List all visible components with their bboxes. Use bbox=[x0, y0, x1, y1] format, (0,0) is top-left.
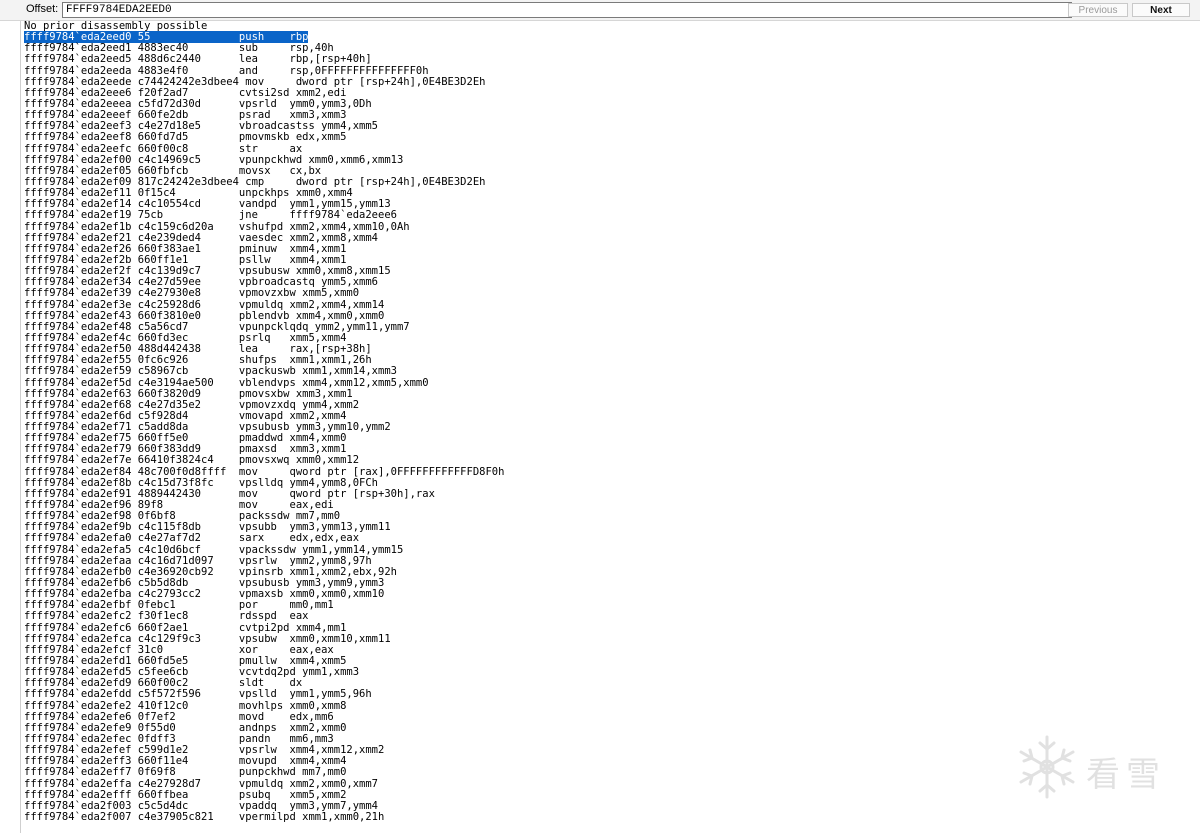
toolbar: Offset: Previous Next bbox=[0, 0, 1200, 21]
disassembly-text: No prior disassembly possible ffff9784`ed… bbox=[21, 21, 1197, 823]
instruction-text: ffff9784`eda2f007 c4e37905c821 vpermilpd… bbox=[24, 810, 385, 823]
watermark: 看雪 bbox=[1012, 729, 1182, 805]
next-button[interactable]: Next bbox=[1132, 3, 1190, 17]
disassembly-listing[interactable]: No prior disassembly possible ffff9784`ed… bbox=[20, 21, 1197, 833]
watermark-text: 看雪 bbox=[1086, 755, 1166, 795]
instruction-row[interactable]: ffff9784`eda2f007 c4e37905c821 vpermilpd… bbox=[24, 810, 1197, 823]
previous-button[interactable]: Previous bbox=[1068, 3, 1128, 17]
offset-input[interactable] bbox=[62, 2, 1072, 18]
snowflake-logo-icon bbox=[1019, 735, 1075, 799]
offset-label: Offset: bbox=[26, 3, 59, 15]
